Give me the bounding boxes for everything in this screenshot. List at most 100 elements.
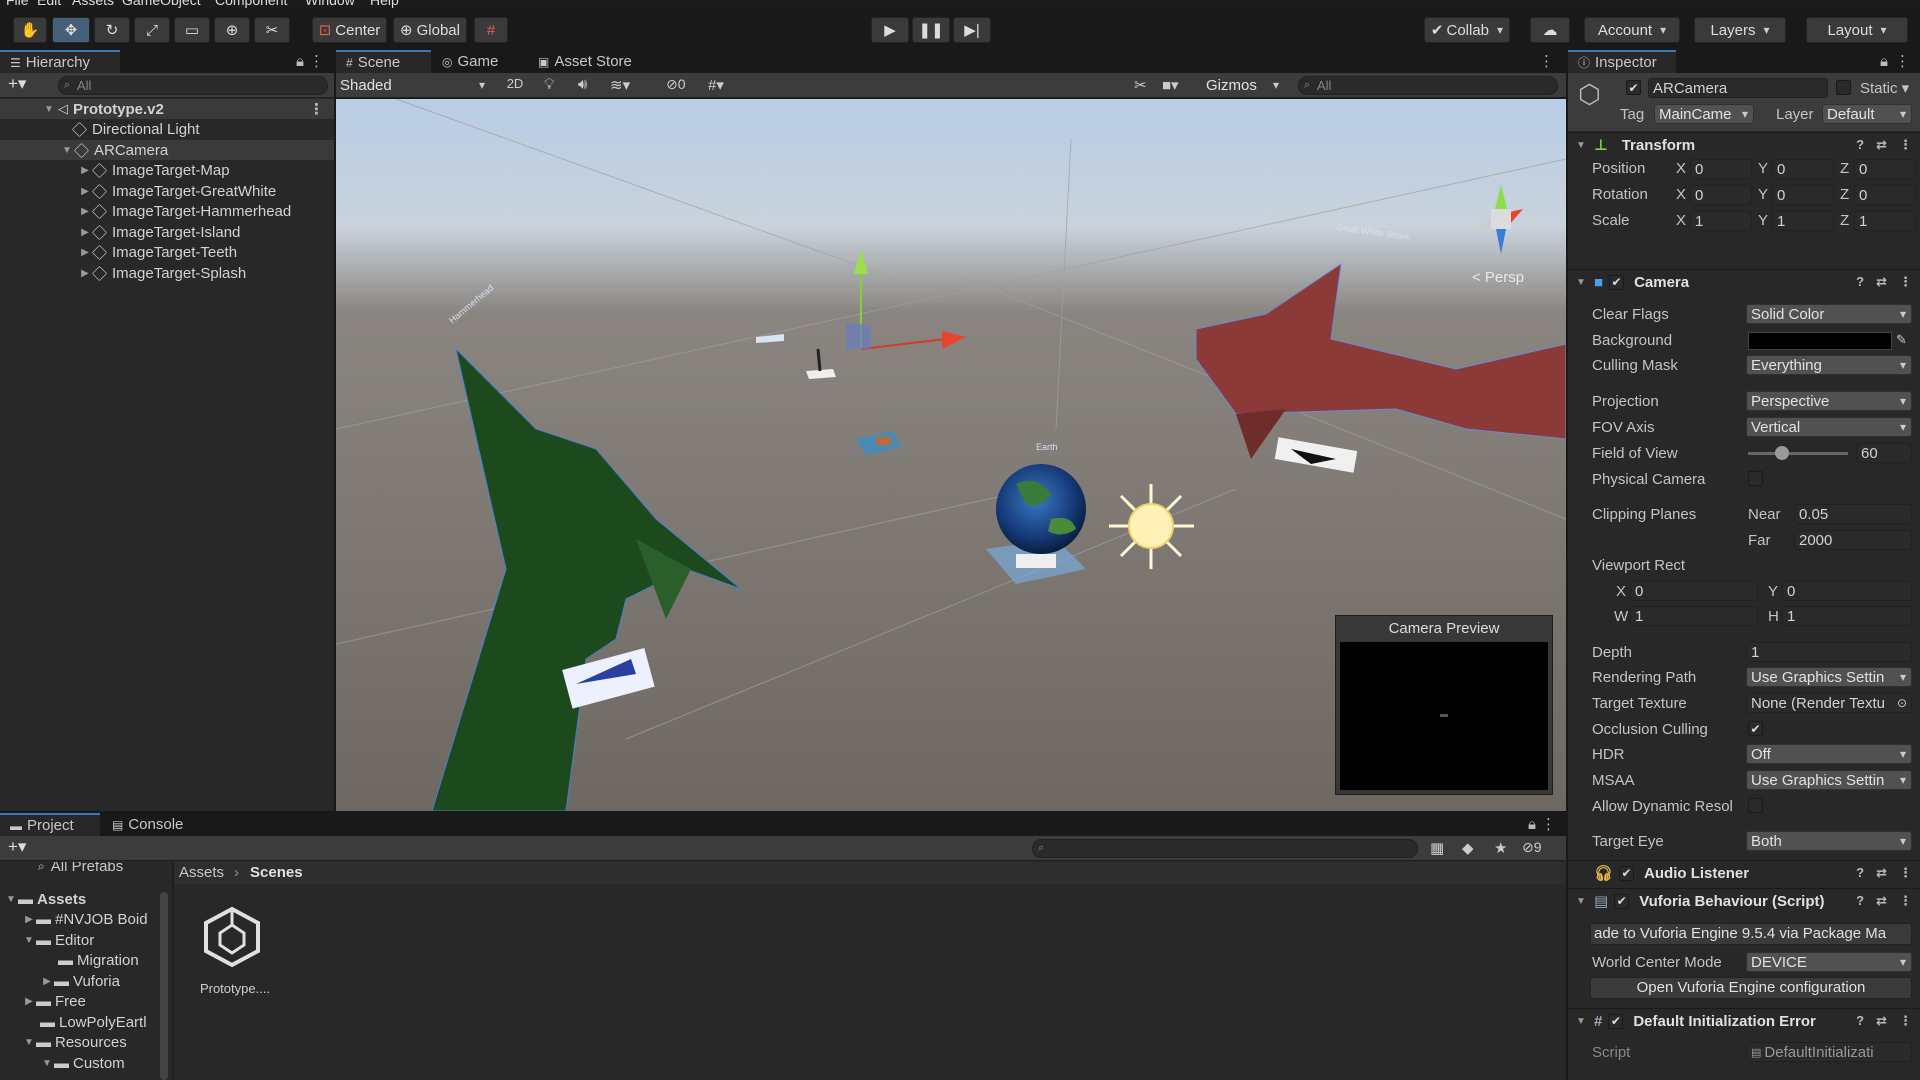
tab-scene[interactable]: # Scene [336, 50, 431, 73]
folder-item[interactable]: ▬ Migration [58, 950, 139, 970]
tab-project[interactable]: ▬ Project [0, 813, 100, 836]
kebab-menu-icon[interactable]: ⋮ [309, 52, 324, 70]
msaa-dropdown[interactable]: Use Graphics Settin [1746, 770, 1912, 790]
project-search-input[interactable]: ⌕ [1032, 839, 1418, 858]
lock-icon[interactable]: 🔒︎ [1880, 53, 1888, 70]
search-by-type-icon[interactable]: ▦ [1430, 839, 1444, 857]
scene-root-row[interactable]: ▼ ◁ Prototype.v2 ⋮ [0, 99, 334, 119]
hdr-dropdown[interactable]: Off [1746, 744, 1912, 764]
rotate-tool-button[interactable]: ↻ [94, 17, 130, 43]
occlusion-culling-checkbox[interactable]: ✔ [1748, 721, 1763, 736]
audio-icon[interactable]: 🔊︎ [578, 76, 587, 93]
vuforia-behaviour-header[interactable]: ▼ ▤ ✔ Vuforia Behaviour (Script) ? ⇄ ⋮ [1568, 888, 1920, 913]
object-picker-icon[interactable]: ⊙ [1897, 696, 1907, 710]
presets-icon[interactable]: ⇄ [1876, 1013, 1887, 1029]
folder-item[interactable]: ▶ ▬ Free [22, 991, 86, 1011]
target-texture-field[interactable]: None (Render Textu ⊙ [1746, 693, 1912, 713]
list-item-selected[interactable]: ▼ ARCamera [0, 140, 334, 160]
audio-listener-header[interactable]: 🎧︎ ✔ Audio Listener ? ⇄ ⋮ [1568, 860, 1920, 885]
camera-enabled-checkbox[interactable]: ✔ [1609, 274, 1625, 290]
default-init-error-checkbox[interactable]: ✔ [1608, 1013, 1624, 1029]
list-item[interactable]: ▶ ImageTarget-Splash [78, 263, 246, 283]
hidden-objects-icon[interactable]: ⊘0 [666, 76, 686, 93]
layout-dropdown[interactable]: Layout [1806, 17, 1908, 43]
near-clip-field[interactable]: 0.05 [1794, 504, 1912, 524]
position-y-field[interactable]: 0 [1772, 159, 1834, 179]
kebab-menu-icon[interactable]: ⋮ [1895, 52, 1910, 70]
rotation-x-field[interactable]: 0 [1690, 185, 1752, 205]
grid-snap-button[interactable]: # [474, 17, 508, 43]
vuforia-behaviour-checkbox[interactable]: ✔ [1614, 893, 1630, 909]
presets-icon[interactable]: ⇄ [1876, 865, 1887, 881]
tree-scrollbar[interactable] [160, 892, 168, 1080]
static-checkbox[interactable] [1836, 80, 1851, 95]
tab-hierarchy[interactable]: ☰ Hierarchy [0, 50, 120, 73]
culling-mask-dropdown[interactable]: Everything [1746, 355, 1912, 375]
custom-tool-button[interactable]: ✂ [254, 17, 290, 43]
hierarchy-search-input[interactable]: ⌕ All [58, 76, 328, 95]
object-name-field[interactable]: ARCamera [1648, 78, 1828, 98]
list-item[interactable]: ▶ ImageTarget-Teeth [78, 242, 237, 262]
fov-slider-handle[interactable] [1775, 446, 1789, 460]
active-checkbox[interactable]: ✔ [1626, 80, 1641, 95]
collab-dropdown[interactable]: ✔ Collab [1424, 17, 1510, 43]
persp-label[interactable]: < Persp [1472, 269, 1524, 286]
vuforia-upgrade-button[interactable]: ade to Vuforia Engine 9.5.4 via Package … [1590, 923, 1912, 945]
presets-icon[interactable]: ⇄ [1876, 893, 1887, 909]
rotation-z-field[interactable]: 0 [1854, 185, 1916, 205]
fov-slider-track[interactable] [1748, 452, 1848, 455]
help-icon[interactable]: ? [1856, 137, 1864, 153]
pause-button[interactable]: ❚❚ [912, 17, 950, 43]
menu-edit[interactable]: Edit [37, 0, 61, 8]
fov-field[interactable]: 60 [1856, 443, 1912, 463]
camera-header[interactable]: ▼ ■ ✔ Camera ? ⇄ ⋮ [1568, 269, 1920, 294]
presets-icon[interactable]: ⇄ [1876, 137, 1887, 153]
mode-2d-toggle[interactable]: 2D [500, 76, 530, 95]
pivot-global-button[interactable]: ⊕ Global [393, 17, 467, 43]
rect-tool-button[interactable]: ▭ [174, 17, 210, 43]
default-init-error-header[interactable]: ▼ # ✔ Default Initialization Error ? ⇄ ⋮ [1568, 1008, 1920, 1033]
menu-component[interactable]: Component [215, 0, 287, 8]
step-button[interactable]: ▶| [953, 17, 991, 43]
scale-y-field[interactable]: 1 [1772, 211, 1834, 231]
cloud-button[interactable]: ☁ [1530, 17, 1570, 43]
breadcrumb-assets[interactable]: Assets [179, 864, 224, 881]
kebab-menu-icon[interactable]: ⋮ [1899, 1013, 1912, 1029]
kebab-menu-icon[interactable]: ⋮ [1541, 815, 1556, 833]
kebab-menu-icon[interactable]: ⋮ [1899, 893, 1912, 909]
help-icon[interactable]: ? [1856, 274, 1864, 290]
projection-dropdown[interactable]: Perspective [1746, 391, 1912, 411]
move-tool-button[interactable]: ✥ [52, 17, 90, 43]
rotation-y-field[interactable]: 0 [1772, 185, 1834, 205]
folder-item[interactable]: ▶ ▬ Vuforia [40, 971, 120, 991]
target-eye-dropdown[interactable]: Both [1746, 831, 1912, 851]
kebab-menu-icon[interactable]: ⋮ [1899, 274, 1912, 290]
lighting-icon[interactable]: 💡︎ [544, 76, 555, 93]
viewport-x-field[interactable]: 0 [1630, 581, 1758, 601]
open-vuforia-config-button[interactable]: Open Vuforia Engine configuration [1590, 977, 1912, 999]
lock-icon[interactable]: 🔒︎ [1528, 816, 1536, 833]
asset-tile[interactable]: Prototype.... [190, 903, 290, 1013]
menu-help[interactable]: Help [370, 0, 399, 8]
kebab-menu-icon[interactable]: ⋮ [1899, 137, 1912, 153]
transform-header[interactable]: ▼ ⊥ Transform ? ⇄ ⋮ [1568, 132, 1920, 157]
folder-item[interactable]: ▼ ▬ Assets [4, 889, 86, 909]
folder-item[interactable]: ▼ ▬ Editor [22, 930, 94, 950]
transform-tool-button[interactable]: ⊕ [214, 17, 250, 43]
world-center-mode-dropdown[interactable]: DEVICE [1746, 952, 1912, 972]
grid-visibility-icon[interactable]: #▾ [708, 76, 724, 94]
presets-icon[interactable]: ⇄ [1876, 274, 1887, 290]
viewport-h-field[interactable]: 1 [1782, 606, 1912, 626]
hidden-packages-icon[interactable]: ⊘9 [1522, 839, 1542, 856]
tab-asset-store[interactable]: ▣ Asset Store [528, 50, 668, 73]
list-item[interactable]: ▶ ImageTarget-Hammerhead [78, 201, 291, 221]
gizmos-dropdown[interactable]: Gizmos [1202, 75, 1284, 95]
effects-icon[interactable]: ≋▾ [610, 76, 630, 94]
viewport-y-field[interactable]: 0 [1782, 581, 1912, 601]
account-dropdown[interactable]: Account [1584, 17, 1680, 43]
depth-field[interactable]: 1 [1746, 642, 1912, 662]
tab-inspector[interactable]: ⓘ Inspector [1568, 50, 1676, 73]
position-x-field[interactable]: 0 [1690, 159, 1752, 179]
lock-icon[interactable]: 🔒︎ [296, 53, 304, 70]
hand-tool-button[interactable]: ✋ [13, 17, 47, 43]
